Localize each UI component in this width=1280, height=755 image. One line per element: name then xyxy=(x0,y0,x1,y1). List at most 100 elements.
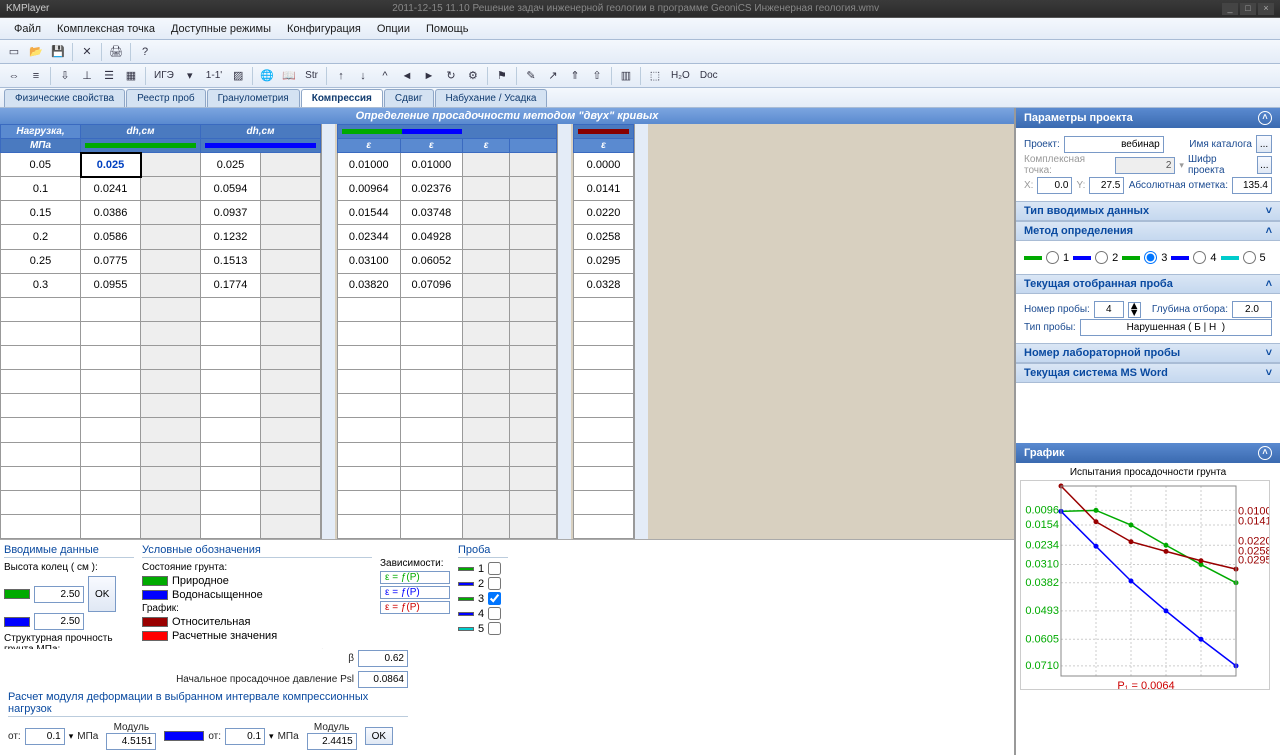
lab-num-header: Номер лабораторной пробы˅ xyxy=(1016,343,1280,363)
doc-label[interactable]: Doc xyxy=(696,70,722,81)
menu-complexpoint[interactable]: Комплексная точка xyxy=(49,21,163,37)
delete-icon[interactable]: ✕ xyxy=(77,42,97,62)
tool-w-icon[interactable]: ▥ xyxy=(616,66,636,86)
sample-cb-5[interactable] xyxy=(488,622,501,635)
mod2-input[interactable] xyxy=(307,733,357,750)
catalog-browse-button[interactable]: ... xyxy=(1256,135,1272,153)
tool-bars-icon[interactable]: ⬚ xyxy=(645,66,665,86)
mod1-input[interactable] xyxy=(106,733,156,750)
project-input[interactable] xyxy=(1064,136,1164,153)
menu-config[interactable]: Конфигурация xyxy=(279,21,369,37)
abs-input[interactable] xyxy=(1232,177,1272,194)
method-radio-4[interactable] xyxy=(1193,251,1206,264)
tool-grid-icon[interactable]: ▦ xyxy=(121,66,141,86)
up-icon[interactable]: ↑ xyxy=(331,66,351,86)
h2o-label[interactable]: H₂O xyxy=(667,70,694,81)
tool-b-icon[interactable]: ≡ xyxy=(26,66,46,86)
menu-file[interactable]: Файл xyxy=(6,21,49,37)
down-icon[interactable]: ↓ xyxy=(353,66,373,86)
ratio-label[interactable]: 1-1' xyxy=(202,70,226,81)
tab-physical[interactable]: Физические свойства xyxy=(4,89,125,107)
maximize-button[interactable]: □ xyxy=(1240,3,1256,15)
tool-a-icon[interactable]: ⇔ xyxy=(4,66,24,86)
caret-icon[interactable]: ^ xyxy=(375,66,395,86)
save-icon[interactable]: 💾 xyxy=(48,42,68,62)
tool-hatch-icon[interactable]: ▨ xyxy=(228,66,248,86)
ring-h2-input[interactable] xyxy=(34,613,84,630)
sample-cb-2[interactable] xyxy=(488,577,501,590)
sample-num-input[interactable] xyxy=(1094,301,1124,318)
scrollbar-v-1[interactable] xyxy=(321,124,335,539)
tab-compression[interactable]: Компрессия xyxy=(301,89,383,107)
scrollbar-v-2[interactable] xyxy=(557,124,571,539)
ring-h1-input[interactable] xyxy=(34,586,84,603)
modulus1-label: Модуль xyxy=(114,722,149,733)
collapse-icon[interactable]: ˄ xyxy=(1258,446,1272,460)
new-icon[interactable]: ▭ xyxy=(4,42,24,62)
tab-registry[interactable]: Реестр проб xyxy=(126,89,206,107)
sample-cb-3[interactable] xyxy=(488,592,501,605)
chevron-icon[interactable]: ˄ xyxy=(1266,225,1272,237)
help-icon[interactable]: ? xyxy=(135,42,155,62)
ring-ok-button[interactable]: OK xyxy=(88,576,116,612)
str-label[interactable]: Str xyxy=(301,70,322,81)
mpa1-label: МПа xyxy=(77,731,98,742)
sample-type-input[interactable] xyxy=(1080,319,1272,336)
method-radio-2[interactable] xyxy=(1095,251,1108,264)
y-input[interactable] xyxy=(1089,177,1124,194)
sample-cb-4[interactable] xyxy=(488,607,501,620)
tab-swell[interactable]: Набухание / Усадка xyxy=(435,89,548,107)
tool-z-icon[interactable]: ⇧ xyxy=(587,66,607,86)
tool-y-icon[interactable]: ⇑ xyxy=(565,66,585,86)
prev-icon[interactable]: ◄ xyxy=(397,66,417,86)
legend-saturated: Водонасыщенное xyxy=(172,589,263,601)
col-eps2: ε xyxy=(400,139,463,153)
tab-shear[interactable]: Сдвиг xyxy=(384,89,434,107)
dropdown-icon[interactable]: ▾ xyxy=(180,66,200,86)
chevron-icon[interactable]: ˅ xyxy=(1266,205,1272,217)
open-icon[interactable]: 📂 xyxy=(26,42,46,62)
tool-down-icon[interactable]: ⇩ xyxy=(55,66,75,86)
beta-input[interactable] xyxy=(358,650,408,667)
method-radio-3[interactable] xyxy=(1144,251,1157,264)
minimize-button[interactable]: _ xyxy=(1222,3,1238,15)
globe-icon[interactable]: 🌐 xyxy=(257,66,277,86)
menu-modes[interactable]: Доступные режимы xyxy=(163,21,279,37)
method-radio-1[interactable] xyxy=(1046,251,1059,264)
close-button[interactable]: × xyxy=(1258,3,1274,15)
project-label: Проект: xyxy=(1024,139,1060,150)
pencil-icon[interactable]: ✎ xyxy=(521,66,541,86)
chevron-icon[interactable]: ˅ xyxy=(1266,367,1272,379)
gear-icon[interactable]: ⚙ xyxy=(463,66,483,86)
chevron-icon[interactable]: ˄ xyxy=(1266,278,1272,290)
from1-input[interactable] xyxy=(25,728,65,745)
ige-label[interactable]: ИГЭ xyxy=(150,70,178,81)
cipher-browse-button[interactable]: ... xyxy=(1257,156,1272,174)
depth-input[interactable] xyxy=(1232,301,1272,318)
modulus-ok-button[interactable]: OK xyxy=(365,727,393,745)
dep2[interactable]: ε = ƒ(P) xyxy=(380,586,450,599)
chevron-icon[interactable]: ˅ xyxy=(1266,347,1272,359)
from2-input[interactable] xyxy=(225,728,265,745)
scrollbar-v-3[interactable] xyxy=(634,124,648,539)
menu-options[interactable]: Опции xyxy=(369,21,418,37)
dep3[interactable]: ε = ƒ(P) xyxy=(380,601,450,614)
flag-icon[interactable]: ⚑ xyxy=(492,66,512,86)
next-icon[interactable]: ► xyxy=(419,66,439,86)
tool-x-icon[interactable]: ↗ xyxy=(543,66,563,86)
x-input[interactable] xyxy=(1037,177,1072,194)
tab-granulometry[interactable]: Гранулометрия xyxy=(207,89,300,107)
dep1[interactable]: ε = ƒ(P) xyxy=(380,571,450,584)
collapse-icon[interactable]: ˄ xyxy=(1258,111,1272,125)
menu-help[interactable]: Помощь xyxy=(418,21,477,37)
chart-header: График˄ xyxy=(1016,443,1280,463)
book-icon[interactable]: 📖 xyxy=(279,66,299,86)
sample-cb-1[interactable] xyxy=(488,562,501,575)
tool-list-icon[interactable]: ☰ xyxy=(99,66,119,86)
method-radio-5[interactable] xyxy=(1243,251,1256,264)
print-icon[interactable]: 🖨 xyxy=(106,42,126,62)
tool-under-icon[interactable]: ⊥ xyxy=(77,66,97,86)
refresh-icon[interactable]: ↻ xyxy=(441,66,461,86)
spin-down[interactable]: ▼ xyxy=(1129,310,1140,317)
psl-input[interactable] xyxy=(358,671,408,688)
